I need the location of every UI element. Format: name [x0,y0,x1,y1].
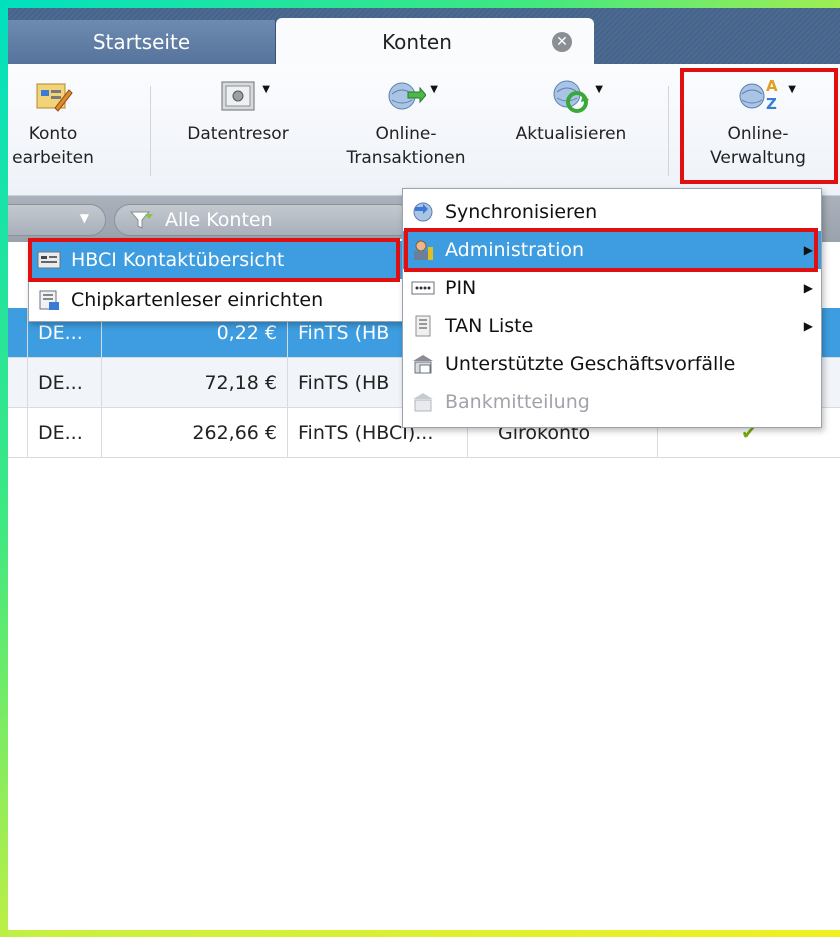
aktualisieren-label: Aktualisieren [515,124,627,144]
menu-item-label: Bankmitteilung [445,391,590,413]
konto-label-line2: earbeiten [12,148,94,168]
bank-message-icon [413,393,433,412]
aktualisieren-dropdown-icon: ▼ [595,84,603,95]
iban-cell: DE... [28,408,102,458]
ribbon-separator [668,86,669,176]
konto-label-line1: Konto [28,124,78,144]
menu-item-label: Synchronisieren [445,201,598,223]
view-dropdown[interactable]: ▼ [8,204,106,236]
menu-item-label: HBCI Kontaktübersicht [71,249,285,271]
tab-strip: Startseite Konten ✕ [8,8,840,66]
contact-card-icon [37,251,61,269]
az-letter-z: Z [766,95,777,113]
menu-item-tan-liste[interactable]: TAN Liste ▶ [403,307,821,345]
card-reader-icon [39,290,59,310]
globe-transfer-icon: ▼ [386,78,438,114]
online-transaktionen-button[interactable]: ▼ Online- Transaktionen [326,72,486,170]
tab-konten-label: Konten [382,30,452,54]
amount-cell: 262,66 € [102,408,288,458]
pin-dots-icon [411,281,435,295]
menu-item-label: Administration [445,239,585,261]
safe-icon: ▼ [218,78,270,114]
menu-item-synchronisieren[interactable]: Synchronisieren [403,193,821,231]
online-verwaltung-button[interactable]: A Z ▼ Online- Verwaltung [688,72,828,170]
datentresor-dropdown-icon: ▼ [262,84,270,95]
ribbon-toolbar: Konto earbeiten ▼ Datentresor ▼ Online- … [8,64,840,196]
menu-item-administration[interactable]: Administration ▶ [403,231,821,269]
online-verwaltung-dropdown-icon: ▼ [788,84,796,95]
datentresor-button[interactable]: ▼ Datentresor [168,72,308,146]
menu-item-hbci-kontaktuebersicht[interactable]: HBCI Kontaktübersicht [29,241,403,279]
datentresor-label: Datentresor [187,124,289,144]
menu-item-label: TAN Liste [445,315,534,337]
iban-cell: DE... [28,358,102,408]
transactions-icon [413,355,433,374]
online-transaktionen-dropdown-icon: ▼ [430,84,438,95]
app-window: Startseite Konten ✕ Konto earbeiten ▼ Da… [8,8,840,930]
menu-item-unterstuetzte-geschaeftsvorfaelle[interactable]: Unterstützte Geschäftsvorfälle [403,345,821,383]
submenu-arrow-icon: ▶ [803,243,813,257]
menu-item-label: PIN [445,277,477,299]
globe-az-icon: A Z ▼ [738,77,796,114]
menu-item-label: Unterstützte Geschäftsvorfälle [445,353,736,375]
online-trans-label-line1: Online- [375,124,437,144]
globe-refresh-icon: ▼ [551,78,603,114]
sync-icon [413,202,433,222]
menu-item-pin[interactable]: PIN ▶ [403,269,821,307]
amount-cell: 72,18 € [102,358,288,408]
administration-submenu: HBCI Kontaktübersicht Chipkartenleser ei… [28,238,404,322]
admin-user-icon [414,240,433,260]
aktualisieren-button[interactable]: ▼ Aktualisieren [496,72,646,146]
tab-startseite[interactable]: Startseite [8,20,276,64]
menu-item-bankmitteilung: Bankmitteilung [403,383,821,421]
tan-list-icon [415,315,431,337]
online-verw-label-line2: Verwaltung [710,148,806,168]
edit-account-icon [33,78,73,114]
all-accounts-filter[interactable]: Alle Konten [114,204,414,236]
menu-item-chipkartenleser[interactable]: Chipkartenleser einrichten [29,281,403,319]
ribbon-separator [150,86,151,176]
tab-close-icon[interactable]: ✕ [552,32,572,52]
filter-funnel-icon [129,211,153,229]
online-trans-label-line2: Transaktionen [346,148,466,168]
submenu-arrow-icon: ▶ [803,319,813,333]
menu-item-label: Chipkartenleser einrichten [71,289,324,311]
tab-konten[interactable]: Konten ✕ [276,18,594,66]
online-verw-label-line1: Online- [727,124,789,144]
konto-bearbeiten-button[interactable]: Konto earbeiten [8,72,108,170]
online-verwaltung-menu: Synchronisieren Administration ▶ PIN ▶ T… [402,188,822,428]
chevron-down-icon: ▼ [79,211,89,225]
submenu-arrow-icon: ▶ [803,281,813,295]
all-accounts-label: Alle Konten [165,209,273,231]
